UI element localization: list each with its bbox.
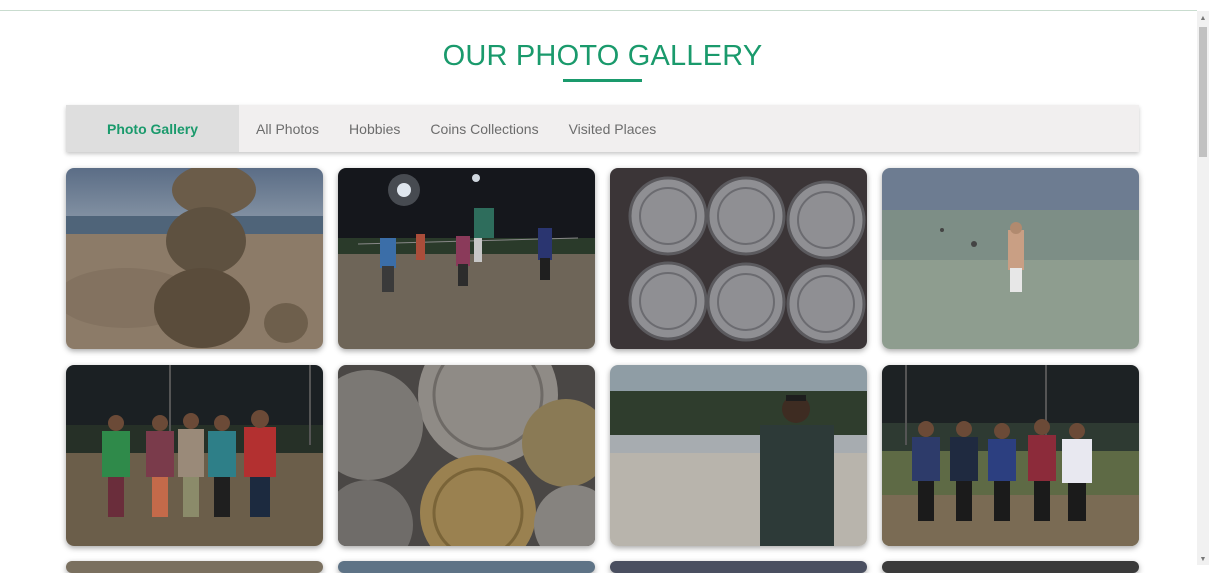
- scroll-down-icon[interactable]: ▼: [1197, 556, 1209, 563]
- tab-photo-gallery[interactable]: Photo Gallery: [66, 105, 239, 152]
- tab-coins-collections[interactable]: Coins Collections: [415, 105, 553, 152]
- scrollbar-thumb[interactable]: [1199, 27, 1207, 157]
- photo-coins-grid[interactable]: [610, 168, 867, 349]
- photo-row3-item-1[interactable]: [66, 561, 323, 573]
- gallery-filter-tabs: Photo Gallery All Photos Hobbies Coins C…: [66, 105, 1139, 152]
- scroll-up-icon[interactable]: ▲: [1197, 15, 1209, 22]
- top-divider: [0, 10, 1197, 11]
- photo-row3-item-4[interactable]: [882, 561, 1139, 573]
- photo-man-at-lagoon[interactable]: [610, 365, 867, 546]
- tab-hobbies[interactable]: Hobbies: [334, 105, 415, 152]
- photo-row3-item-3[interactable]: [610, 561, 867, 573]
- vertical-scrollbar[interactable]: ▲ ▼: [1197, 11, 1209, 565]
- photo-row3-item-2[interactable]: [338, 561, 595, 573]
- photo-gallery-grid: [66, 168, 1139, 573]
- photo-group-five-night[interactable]: [66, 365, 323, 546]
- tab-visited-places[interactable]: Visited Places: [554, 105, 672, 152]
- photo-volleyball-night[interactable]: [338, 168, 595, 349]
- page-title: OUR PHOTO GALLERY: [442, 40, 763, 72]
- tab-all-photos[interactable]: All Photos: [241, 105, 334, 152]
- title-underline: [563, 79, 642, 82]
- photo-sand-ball-stack[interactable]: [66, 168, 323, 349]
- photo-team-on-field[interactable]: [882, 365, 1139, 546]
- photo-man-in-sea[interactable]: [882, 168, 1139, 349]
- photo-coins-pile[interactable]: [338, 365, 595, 546]
